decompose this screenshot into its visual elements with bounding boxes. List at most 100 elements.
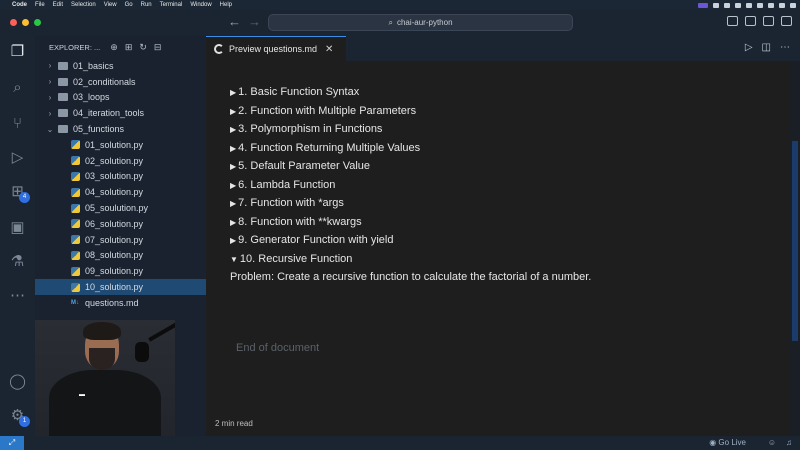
maximize-window-button[interactable] [34,19,41,26]
run-debug-icon[interactable]: ▷ [8,148,27,167]
menu-go[interactable]: Go [125,2,133,8]
explorer-header: EXPLORER: ... ⊕ ⊞ ↻ ⊟ [35,36,206,58]
menu-terminal[interactable]: Terminal [160,2,183,8]
folder-04-iteration-tools[interactable]: › 04_iteration_tools [35,105,206,121]
preview-icon [214,44,224,54]
wifi-icon[interactable] [757,2,763,8]
menu-app[interactable]: Code [12,2,27,8]
testing-icon[interactable]: ⚗ [8,252,27,271]
presenter-beard [89,348,115,370]
folder-03-loops[interactable]: › 03_loops [35,90,206,106]
extensions-icon[interactable]: ⊞ 4 [8,182,30,203]
close-tab-icon[interactable]: ✕ [325,44,333,55]
menu-help[interactable]: Help [220,2,232,8]
details-item-5[interactable]: ▶ 5. Default Parameter Value [230,160,370,172]
accounts-icon[interactable]: ◯ [8,372,27,391]
new-folder-icon[interactable]: ⊞ [125,42,133,53]
menu-selection[interactable]: Selection [71,2,96,8]
refresh-icon[interactable]: ↻ [139,42,147,53]
details-item-4[interactable]: ▶ 4. Function Returning Multiple Values [230,142,420,154]
tray-app-icon[interactable] [713,2,719,8]
markdown-preview: ▶ 1. Basic Function Syntax ▶ 2. Function w… [206,61,790,436]
webcam-overlay: ▬ [35,320,175,436]
file-01-solution[interactable]: 01_solution.py [35,137,206,153]
file-02-solution[interactable]: 02_solution.py [35,153,206,169]
source-control-icon[interactable]: ⑂ [8,114,27,133]
details-item-9[interactable]: ▶ 9. Generator Function with yield [230,234,393,246]
chevron-right-icon: › [48,92,52,102]
menu-file[interactable]: File [35,2,45,8]
file-03-solution[interactable]: 03_solution.py [35,169,206,185]
details-item-6[interactable]: ▶ 6. Lambda Function [230,179,335,191]
details-item-1[interactable]: ▶ 1. Basic Function Syntax [230,86,359,98]
menu-view[interactable]: View [104,2,117,8]
customize-layout-icon[interactable] [781,16,792,26]
broadcast-icon: ◉ [709,438,717,447]
toggle-panel-icon[interactable] [745,16,756,26]
go-live-button[interactable]: ◉ Go Live [709,438,746,447]
file-05-soulution[interactable]: 05_soulution.py [35,200,206,216]
tab-preview-questions[interactable]: Preview questions.md ✕ [206,36,346,61]
control-center-icon[interactable] [779,2,785,8]
editor-tab-strip: Preview questions.md ✕ ▷ ◫ ⋯ [206,36,800,61]
new-file-icon[interactable]: ⊕ [110,42,118,53]
back-arrow-icon[interactable]: ← [228,14,241,29]
editor-scrollbar[interactable] [790,61,800,436]
notifications-bell-icon[interactable]: ♫ [786,438,792,447]
run-icon[interactable]: ▷ [745,42,753,53]
activity-bar: ❐ ⌕ ⑂ ▷ ⊞ 4 ▣ ⚗ ⋯ ◯ ⚙ 1 [0,36,35,436]
file-07-solution[interactable]: 07_solution.py [35,232,206,248]
file-08-solution[interactable]: 08_solution.py [35,248,206,264]
explorer-icon[interactable]: ❐ [8,42,27,61]
bluetooth-icon[interactable] [735,2,741,8]
menu-run[interactable]: Run [141,2,152,8]
more-icon[interactable]: ⋯ [8,286,27,305]
triangle-right-icon: ▶ [230,236,237,245]
screen-record-icon[interactable] [698,2,708,8]
triangle-right-icon: ▶ [230,107,237,116]
triangle-right-icon: ▶ [230,144,237,153]
command-center-search[interactable]: ⌕ chai-aur-python [268,14,573,31]
file-10-solution[interactable]: 10_solution.py [35,279,206,295]
toggle-sidebar-icon[interactable] [727,16,738,26]
more-actions-icon[interactable]: ⋯ [780,42,790,53]
chevron-right-icon: › [48,77,52,87]
search-icon[interactable] [768,2,774,8]
chevron-right-icon: › [48,61,52,71]
toggle-secondary-sidebar-icon[interactable] [763,16,774,26]
folder-01-basics[interactable]: › 01_basics [35,58,206,74]
chevron-down-icon: ⌄ [46,124,54,134]
python-file-icon [71,171,80,181]
scrollbar-thumb[interactable] [792,141,798,341]
triangle-right-icon: ▶ [230,181,237,190]
file-04-solution[interactable]: 04_solution.py [35,184,206,200]
folder-05-functions[interactable]: ⌄ 05_functions [35,121,206,137]
accounts-status-icon[interactable]: ☺ [768,438,776,447]
file-06-solution[interactable]: 06_solution.py [35,216,206,232]
siri-icon[interactable] [790,2,796,8]
search-icon[interactable]: ⌕ [8,78,27,97]
triangle-right-icon: ▶ [230,125,237,134]
collapse-all-icon[interactable]: ⊟ [154,42,162,53]
file-questions-md[interactable]: M↓ questions.md [35,295,206,311]
details-item-10[interactable]: ▼ 10. Recursive Function [230,253,352,265]
battery-icon[interactable] [746,2,752,8]
menu-window[interactable]: Window [190,2,211,8]
details-item-8[interactable]: ▶ 8. Function with **kwargs [230,216,362,228]
tray-app-icon[interactable] [724,2,730,8]
folder-02-conditionals[interactable]: › 02_conditionals [35,74,206,90]
close-window-button[interactable] [10,19,17,26]
details-item-7[interactable]: ▶ 7. Function with *args [230,197,344,209]
file-09-solution[interactable]: 09_solution.py [35,263,206,279]
jacket-logo: ▬ [79,392,85,398]
details-item-3[interactable]: ▶ 3. Polymorphism in Functions [230,123,382,135]
minimize-window-button[interactable] [22,19,29,26]
settings-gear-icon[interactable]: ⚙ 1 [8,406,30,427]
details-item-2[interactable]: ▶ 2. Function with Multiple Parameters [230,105,416,117]
triangle-down-icon: ▼ [230,255,238,264]
menu-edit[interactable]: Edit [53,2,63,8]
remote-explorer-icon[interactable]: ▣ [8,218,27,237]
forward-arrow-icon[interactable]: → [248,14,261,29]
split-editor-icon[interactable]: ◫ [762,42,771,53]
remote-indicator-icon[interactable]: ⤢ [0,436,24,450]
